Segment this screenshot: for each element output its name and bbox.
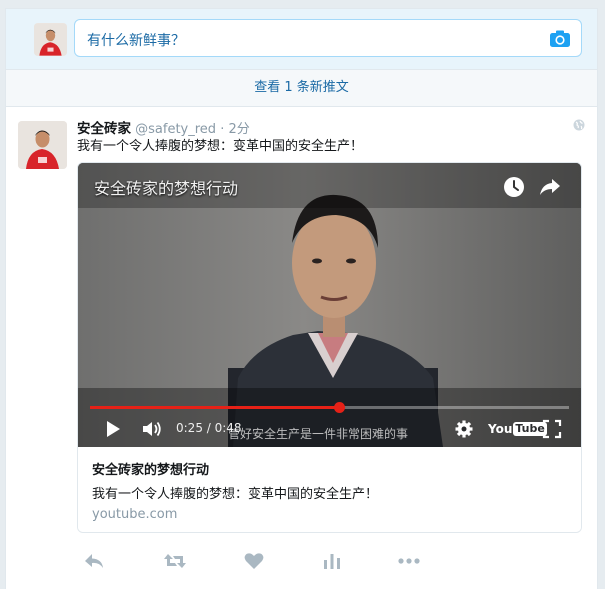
- share-icon[interactable]: [538, 176, 562, 198]
- tweet-actions: [77, 551, 437, 573]
- play-icon[interactable]: [104, 419, 122, 439]
- user-avatar[interactable]: [34, 23, 67, 56]
- reply-icon[interactable]: [83, 551, 105, 571]
- analytics-icon[interactable]: [321, 551, 343, 571]
- card-info[interactable]: 安全砖家的梦想行动 我有一个令人捧腹的梦想：变革中国的安全生产！ youtube…: [78, 447, 581, 532]
- volume-icon[interactable]: [141, 419, 163, 439]
- tweet-composer: 有什么新鲜事？: [6, 9, 597, 70]
- video-player[interactable]: 安全砖家的梦想行动 管好安全生产是一件非常困难的事 0:25 / 0:48 Yo…: [78, 163, 581, 447]
- video-subtitle: 管好安全生产是一件非常困难的事: [228, 427, 409, 441]
- compose-placeholder: 有什么新鲜事？: [87, 33, 185, 49]
- fullscreen-icon[interactable]: [542, 419, 562, 439]
- card-description: 我有一个令人捧腹的梦想：变革中国的安全生产！: [92, 487, 379, 502]
- settings-gear-icon[interactable]: [454, 419, 474, 439]
- tweet-text: 我有一个令人捧腹的梦想：变革中国的安全生产！: [77, 139, 364, 154]
- globe-icon: [573, 119, 585, 131]
- youtube-logo[interactable]: You Tube: [488, 421, 547, 437]
- card-title[interactable]: 安全砖家的梦想行动: [92, 459, 209, 478]
- author-avatar[interactable]: [18, 121, 67, 169]
- video-title[interactable]: 安全砖家的梦想行动: [94, 175, 238, 199]
- compose-input[interactable]: 有什么新鲜事？: [74, 19, 582, 57]
- timeline-frame: 有什么新鲜事？ 查看 1 条新推文 安全砖家 @safety_red · 2分 …: [5, 8, 598, 589]
- like-heart-icon[interactable]: [243, 551, 265, 571]
- video-frame: [78, 163, 581, 447]
- video-progress-fill: [90, 406, 340, 409]
- camera-icon[interactable]: [549, 29, 571, 48]
- tweet[interactable]: 安全砖家 @safety_red · 2分 我有一个令人捧腹的梦想：变革中国的安…: [6, 107, 597, 589]
- retweet-icon[interactable]: [163, 551, 187, 571]
- youtube-logo-you: You: [488, 422, 513, 436]
- video-progress-handle[interactable]: [334, 402, 346, 413]
- video-card[interactable]: 安全砖家的梦想行动 管好安全生产是一件非常困难的事 0:25 / 0:48 Yo…: [77, 162, 582, 533]
- video-progress-bar[interactable]: [90, 402, 569, 413]
- more-dots-icon[interactable]: [397, 551, 421, 571]
- new-tweets-bar[interactable]: 查看 1 条新推文: [6, 70, 597, 107]
- video-timecode: 0:25 / 0:48: [176, 421, 242, 435]
- clock-icon[interactable]: [503, 176, 525, 198]
- card-domain[interactable]: youtube.com: [92, 507, 177, 522]
- tweet-header: 安全砖家 @safety_red · 2分: [77, 117, 250, 137]
